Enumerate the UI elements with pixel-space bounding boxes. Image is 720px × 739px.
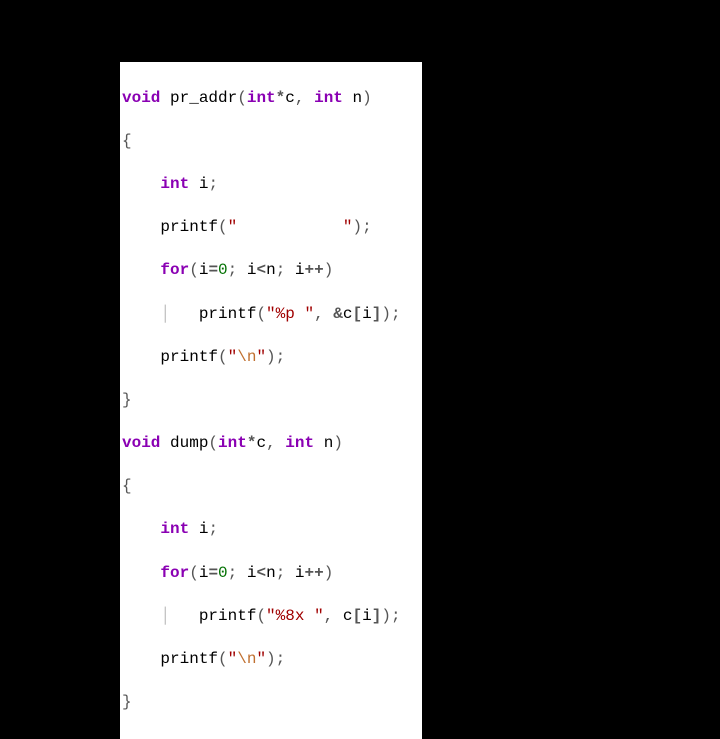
code-line: for(i=0; i<n; i++) — [122, 260, 420, 282]
code-line: printf("\n"); — [122, 347, 420, 369]
keyword-int: int — [247, 89, 276, 107]
keyword-for: for — [160, 261, 189, 279]
code-line: printf(" "); — [122, 217, 420, 239]
indent-guide-icon: │ — [160, 305, 170, 323]
keyword-int: int — [160, 175, 189, 193]
code-block: void pr_addr(int*c, int n) { int i; prin… — [120, 62, 422, 739]
indent-guide-icon: │ — [160, 607, 170, 625]
keyword-int: int — [218, 434, 247, 452]
keyword-void: void — [122, 89, 160, 107]
code-line: │ printf("%8x ", c[i]); — [122, 606, 420, 628]
code-line: printf("\n"); — [122, 649, 420, 671]
code-line: { — [122, 131, 420, 153]
identifier-fn: dump — [170, 434, 208, 452]
keyword-int: int — [314, 89, 343, 107]
code-line: for(i=0; i<n; i++) — [122, 563, 420, 585]
code-line: { — [122, 476, 420, 498]
keyword-void: void — [122, 434, 160, 452]
code-line: │ printf("%p ", &c[i]); — [122, 304, 420, 326]
code-line: int i; — [122, 519, 420, 541]
code-line: } — [122, 692, 420, 714]
code-line: void dump(int*c, int n) — [122, 433, 420, 455]
keyword-for: for — [160, 564, 189, 582]
code-line: int i; — [122, 174, 420, 196]
identifier-fn: pr_addr — [170, 89, 237, 107]
keyword-int: int — [160, 520, 189, 538]
keyword-int: int — [285, 434, 314, 452]
code-line: } — [122, 390, 420, 412]
code-line: void pr_addr(int*c, int n) — [122, 88, 420, 110]
